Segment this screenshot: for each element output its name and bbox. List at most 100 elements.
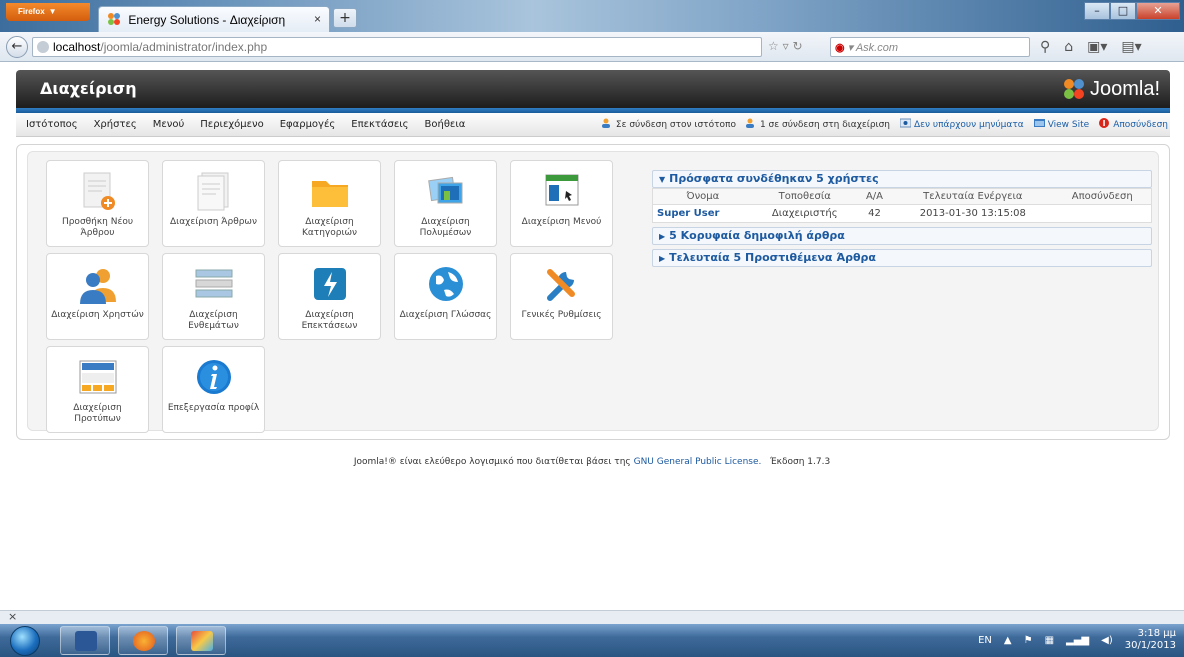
menu-item-extensions[interactable]: Επεκτάσεις [351,119,408,130]
admin-online-label: 1 σε σύνδεση στη διαχείριση [759,120,891,130]
version-text: Έκδοση 1.7.3 [769,457,831,467]
quickicon-media-manager[interactable]: Διαχείριση Πολυμέσων [394,160,497,247]
logout-link[interactable]: Αποσύνδεση [1099,118,1168,130]
quickicon-menu-manager[interactable]: Διαχείριση Μενού [510,160,613,247]
home-icon[interactable]: ⌂ [1064,39,1073,55]
logged-users-title: Πρόσφατα συνδέθηκαν 5 χρήστες [669,172,879,185]
language-indicator[interactable]: EN [978,635,992,646]
search-placeholder: Ask.com [855,42,899,54]
language-manager-icon [428,267,463,301]
addons-icon[interactable]: ▤▾ [1121,39,1141,55]
edit-profile-icon [196,360,231,394]
column-id: Α/Α [856,188,893,205]
view-site-link[interactable]: View Site [1033,118,1090,130]
tray-expand-icon[interactable]: ▲ [1004,635,1012,646]
quickicon-edit-profile[interactable]: Επεξεργασία προφίλ [162,346,265,433]
logged-users-module-header[interactable]: ▼ Πρόσφατα συνδέθηκαν 5 χρήστες [652,170,1152,188]
quickicon-label: Διαχείριση Κατηγοριών [301,217,358,238]
bookmarks-menu-icon[interactable]: ▣▾ [1087,39,1107,55]
add-article-icon [83,172,115,210]
quickicon-user-manager[interactable]: Διαχείριση Χρηστών [46,253,149,340]
menu-item-help[interactable]: Βοήθεια [425,119,466,130]
messages-label: Δεν υπάρχουν μηνύματα [914,120,1024,130]
quickicon-label: Επεξεργασία προφίλ [167,403,260,413]
action-center-flag-icon[interactable]: ⚑ [1024,635,1033,646]
taskbar-firefox-button[interactable] [118,626,168,655]
quickicon-article-manager[interactable]: Διαχείριση Άρθρων [162,160,265,247]
reload-icon[interactable]: ↻ [792,39,802,53]
triangle-down-icon: ▼ [659,175,666,184]
start-button[interactable] [10,626,40,656]
category-manager-icon [311,181,348,207]
firefox-menu-label: Firefox [18,7,45,16]
user-name-link[interactable]: Super User [653,205,753,223]
menu-item-users[interactable]: Χρήστες [94,119,137,130]
latest-articles-title: Τελευταία 5 Προστιθέμενα Άρθρα [669,251,876,264]
maximize-button[interactable]: □ [1110,2,1136,20]
modules-column: ▼ Πρόσφατα συνδέθηκαν 5 χρήστες Όνομα Τοπ… [652,170,1152,267]
window-controls: – □ ✕ [1084,2,1180,22]
site-online-label: Σε σύνδεση στον ιστότοπο [615,120,736,130]
joomla-logo-text: Joomla! [1089,77,1160,100]
column-logout: Αποσύνδεση [1053,188,1152,205]
site-online-status: Σε σύνδεση στον ιστότοπο [601,118,736,130]
view-site-icon [1033,119,1045,127]
quickicon-language-manager[interactable]: Διαχείριση Γλώσσας [394,253,497,340]
browser-tab[interactable]: Energy Solutions - Διαχείριση × [98,6,330,32]
popular-articles-module-header[interactable]: ▶ 5 Κορυφαία δημοφιλή άρθρα [652,227,1152,245]
chevron-down-icon: ▼ [48,7,57,16]
taskbar-paint-button[interactable] [176,626,226,655]
menu-item-content[interactable]: Περιεχόμενο [200,119,263,130]
history-dropdown-icon[interactable]: ▿ [783,39,789,53]
tray-app-icon[interactable]: ▦ [1045,635,1054,646]
taskbar-word-button[interactable] [60,626,110,655]
status-bar: Σε σύνδεση στον ιστότοπο 1 σε σύνδεση στ… [601,118,1168,130]
search-engine-icon[interactable]: ◉ [835,42,845,54]
clock[interactable]: 3:18 μμ 30/1/2013 [1125,628,1176,652]
system-tray: EN ▲ ⚑ ▦ ▂▄▆ ◀) 3:18 μμ 30/1/2013 [978,628,1176,652]
quickicon-global-config[interactable]: Γενικές Ρυθμίσεις [510,253,613,340]
url-bar-actions: ☆ ▿ ↻ [768,37,828,57]
quickicon-label: Διαχείριση Επεκτάσεων [301,310,358,331]
joomla-logo: Joomla! [1062,76,1160,102]
menu-item-components[interactable]: Εφαρμογές [280,119,336,130]
template-manager-icon [79,360,116,394]
menu-item-menus[interactable]: Μενού [153,119,185,130]
minimize-button[interactable]: – [1084,2,1110,20]
back-button[interactable]: ← [6,36,28,58]
windows-taskbar: EN ▲ ⚑ ▦ ▂▄▆ ◀) 3:18 μμ 30/1/2013 [0,624,1184,657]
firefox-menu-button[interactable]: Firefox ▼ [6,3,90,21]
quickicon-label: Διαχείριση Χρηστών [51,310,144,320]
addon-bar-close-icon[interactable]: × [8,610,17,623]
url-bar[interactable]: localhost/joomla/administrator/index.php [32,37,762,57]
search-icon[interactable]: ⚲ [1040,39,1050,55]
firefox-addon-bar: × [0,610,1184,624]
user-last-activity: 2013-01-30 13:15:08 [919,208,1026,219]
bookmark-star-icon[interactable]: ☆ [768,39,779,53]
new-tab-button[interactable]: + [333,8,357,28]
view-site-label: View Site [1047,120,1090,130]
popular-articles-title: 5 Κορυφαία δημοφιλή άρθρα [669,229,845,242]
column-name: Όνομα [652,188,753,205]
logout-label: Αποσύνδεση [1113,120,1168,130]
tab-close-icon[interactable]: × [314,12,321,26]
quickicon-extension-manager[interactable]: Διαχείριση Επεκτάσεων [278,253,381,340]
column-location: Τοποθεσία [752,188,857,205]
table-header-row: Όνομα Τοποθεσία Α/Α Τελευταία Ενέργεια Α… [652,188,1152,205]
latest-articles-module-header[interactable]: ▶ Τελευταία 5 Προστιθέμενα Άρθρα [652,249,1152,267]
quickicon-add-article[interactable]: Προσθήκη Νέου Άρθρου [46,160,149,247]
quickicon-template-manager[interactable]: Διαχείριση Προτύπων [46,346,149,433]
volume-icon[interactable]: ◀) [1101,635,1113,646]
quickicon-category-manager[interactable]: Διαχείριση Κατηγοριών [278,160,381,247]
license-link[interactable]: GNU General Public License. [634,457,762,467]
logged-users-table: Όνομα Τοποθεσία Α/Α Τελευταία Ενέργεια Α… [652,188,1152,223]
menu-item-site[interactable]: Ιστότοπος [26,119,78,130]
search-input[interactable]: ◉ ▾ Ask.com [830,37,1030,57]
article-manager-icon [197,172,228,211]
quickicon-module-manager[interactable]: Διαχείριση Ενθεμάτων [162,253,265,340]
browser-navbar: ← localhost/joomla/administrator/index.p… [0,32,1184,62]
close-window-button[interactable]: ✕ [1136,2,1180,20]
messages-link[interactable]: Δεν υπάρχουν μηνύματα [900,118,1024,130]
network-signal-icon[interactable]: ▂▄▆ [1066,635,1089,646]
site-identity-icon[interactable] [37,41,49,53]
